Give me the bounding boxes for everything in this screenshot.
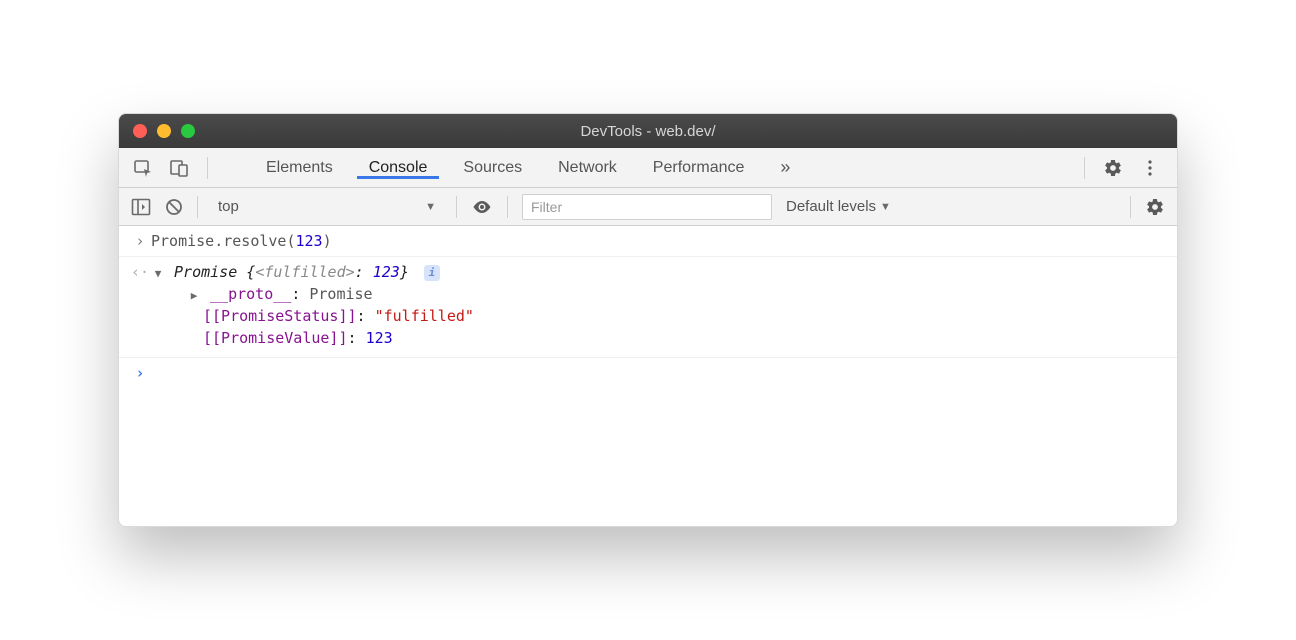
return-caret-icon: ‹·: [129, 263, 151, 281]
property-value: 123: [366, 329, 393, 347]
devtools-window: DevTools - web.dev/: [118, 113, 1178, 527]
dropdown-triangle-icon: ▼: [880, 201, 891, 213]
promise-value: 123: [373, 263, 400, 281]
tab-label: Elements: [266, 159, 333, 177]
console-input-row[interactable]: › Promise.resolve(123): [119, 226, 1177, 257]
expand-triangle-right-icon[interactable]: ▶: [187, 289, 201, 302]
filter-input[interactable]: Filter: [522, 194, 772, 220]
tab-performance[interactable]: Performance: [635, 157, 763, 178]
minimize-window-icon[interactable]: [157, 124, 171, 138]
tab-label: Network: [558, 159, 617, 177]
console-input-empty[interactable]: [151, 364, 1167, 382]
property-value: "fulfilled": [375, 307, 474, 325]
console-output: › Promise.resolve(123) ‹· ▼ Promise {<fu…: [119, 226, 1177, 526]
property-key: [[PromiseValue]]: [203, 329, 348, 347]
object-summary[interactable]: ▼ Promise {<fulfilled>: 123} i: [151, 263, 1167, 281]
console-result-row: ‹· ▼ Promise {<fulfilled>: 123} i ▶ __pr…: [119, 257, 1177, 358]
chevron-right-double-icon: »: [780, 157, 790, 178]
execution-context-selector[interactable]: top ▼: [212, 198, 442, 215]
log-levels-label: Default levels: [786, 198, 876, 215]
clear-console-icon[interactable]: [165, 198, 183, 216]
traffic-lights: [119, 124, 195, 138]
tab-label: Performance: [653, 159, 745, 177]
input-caret-icon: ›: [129, 232, 151, 250]
live-expression-icon[interactable]: [471, 199, 493, 215]
maximize-window-icon[interactable]: [181, 124, 195, 138]
close-window-icon[interactable]: [133, 124, 147, 138]
console-prompt-row[interactable]: ›: [119, 358, 1177, 388]
property-value: Promise: [309, 285, 372, 303]
console-settings-gear-icon[interactable]: [1145, 197, 1165, 217]
object-property-row: [[PromiseStatus]]: "fulfilled": [151, 307, 1167, 325]
device-toggle-icon[interactable]: [169, 158, 189, 178]
expand-triangle-down-icon[interactable]: ▼: [151, 267, 165, 280]
dropdown-triangle-icon: ▼: [425, 201, 436, 213]
inspect-element-icon[interactable]: [133, 158, 153, 178]
log-levels-selector[interactable]: Default levels ▼: [786, 198, 891, 215]
code-text: ): [323, 232, 332, 250]
more-tabs-button[interactable]: »: [762, 157, 808, 178]
panel-tabs: Elements Console Sources Network Perform…: [248, 157, 808, 178]
tab-label: Sources: [463, 159, 522, 177]
info-badge-icon[interactable]: i: [424, 265, 440, 281]
window-titlebar: DevTools - web.dev/: [119, 114, 1177, 148]
console-subtoolbar: top ▼ Filter Default levels ▼: [119, 188, 1177, 226]
prompt-caret-icon: ›: [129, 364, 151, 382]
console-input-text: Promise.resolve(123): [151, 232, 1167, 250]
promise-state: <fulfilled>: [255, 263, 354, 281]
tab-sources[interactable]: Sources: [445, 157, 540, 178]
settings-gear-icon[interactable]: [1103, 158, 1123, 178]
console-sidebar-toggle-icon[interactable]: [131, 198, 151, 216]
execution-context-label: top: [218, 198, 239, 215]
filter-placeholder: Filter: [531, 199, 562, 215]
tab-console[interactable]: Console: [351, 157, 446, 178]
tab-elements[interactable]: Elements: [248, 157, 351, 178]
main-toolbar: Elements Console Sources Network Perform…: [119, 148, 1177, 188]
property-key: __proto__: [210, 285, 291, 303]
tab-network[interactable]: Network: [540, 157, 635, 178]
tab-label: Console: [369, 159, 428, 177]
numeric-literal: 123: [296, 232, 323, 250]
object-type: Promise: [174, 263, 237, 281]
object-property-row[interactable]: ▶ __proto__: Promise: [151, 285, 1167, 303]
code-text: Promise.resolve(: [151, 232, 296, 250]
property-key: [[PromiseStatus]]: [203, 307, 357, 325]
window-title: DevTools - web.dev/: [119, 123, 1177, 140]
object-property-row: [[PromiseValue]]: 123: [151, 329, 1167, 347]
kebab-menu-icon[interactable]: [1141, 159, 1159, 177]
